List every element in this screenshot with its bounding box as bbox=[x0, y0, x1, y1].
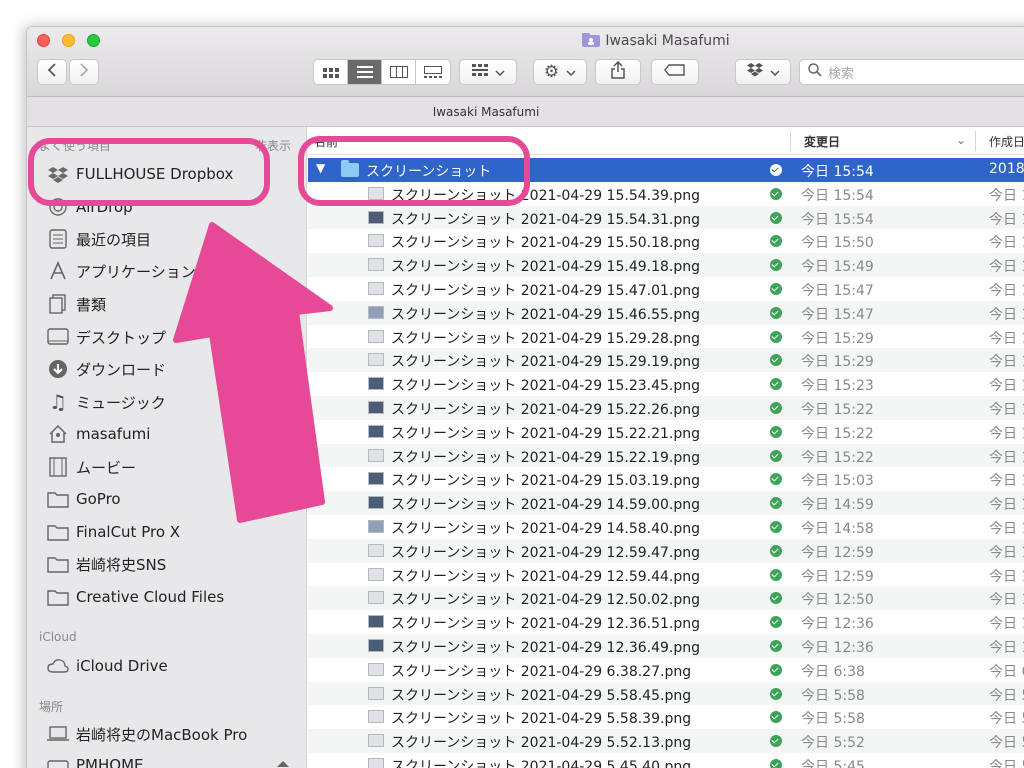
pink-arrow bbox=[173, 222, 333, 523]
